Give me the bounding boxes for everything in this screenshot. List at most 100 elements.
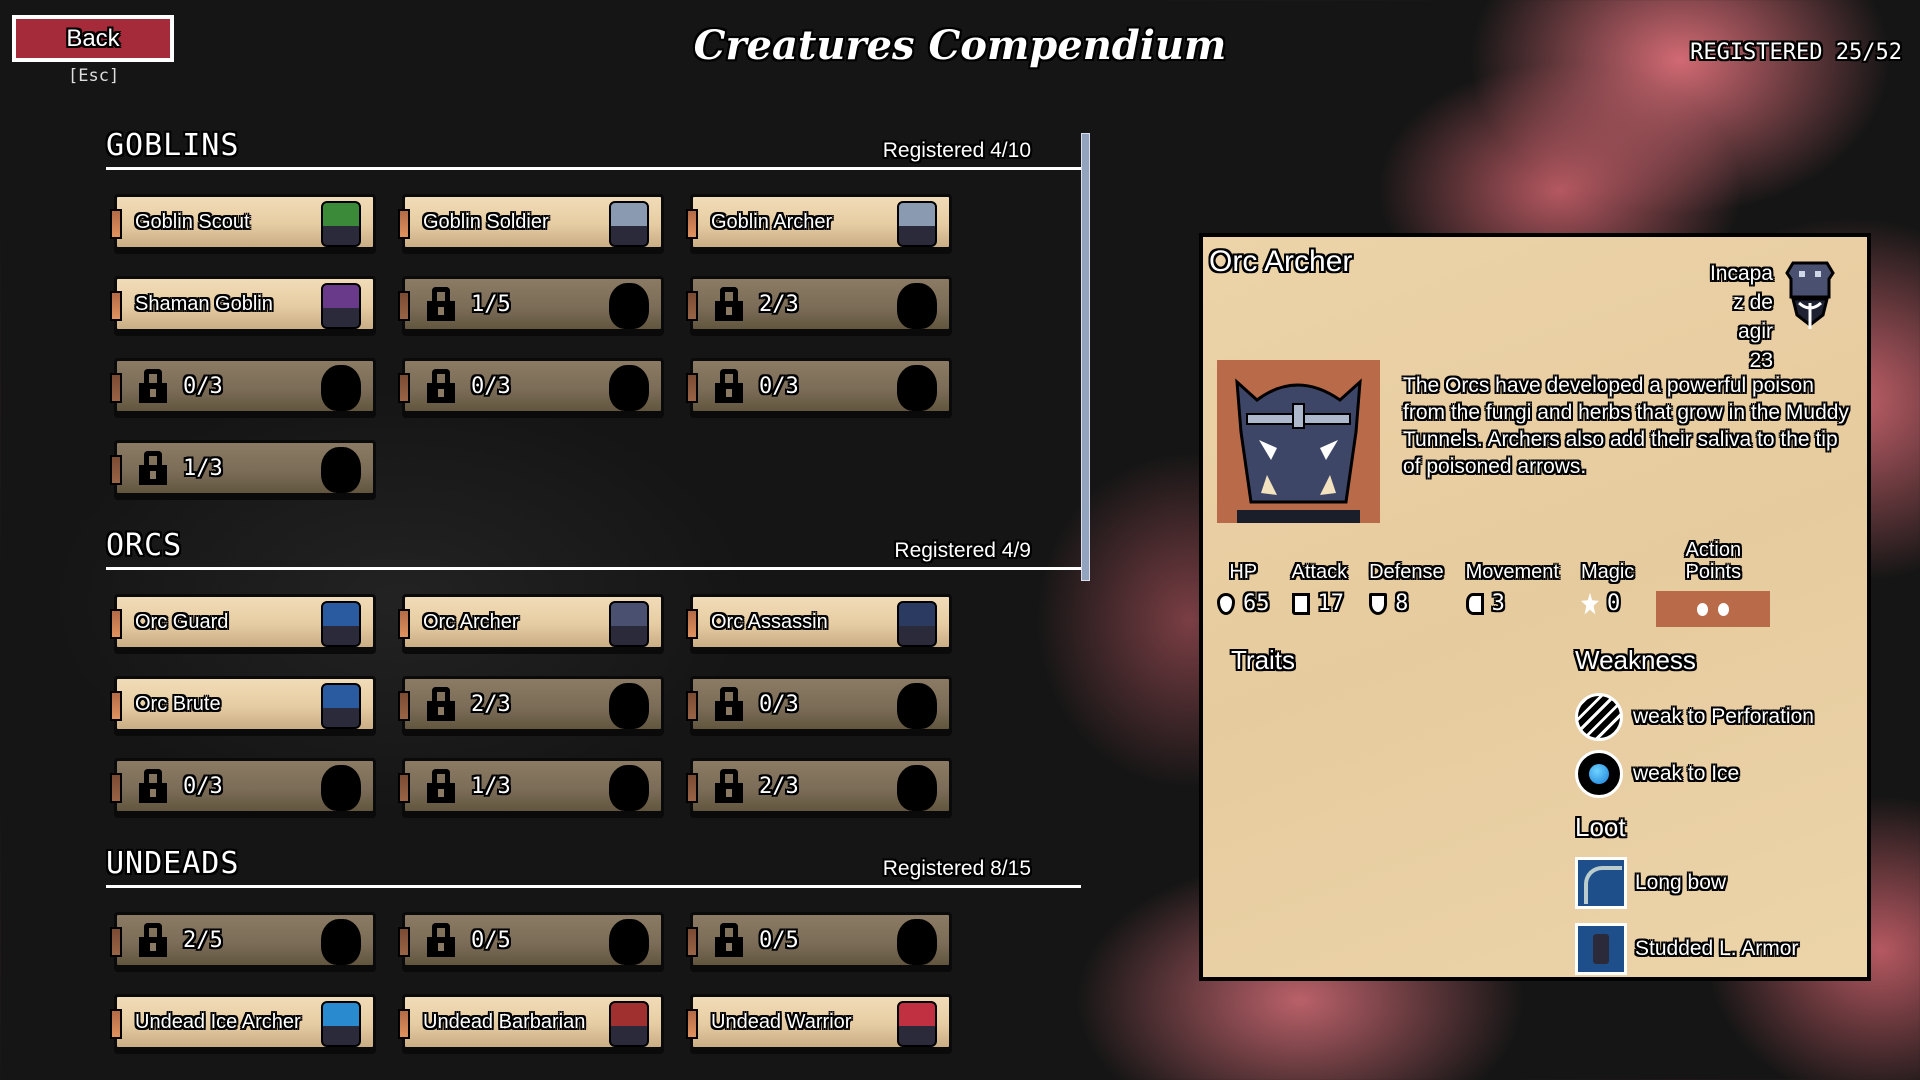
creature-grid: Orc Guard Orc Archer Orc Assassin Orc Brute…: [106, 570, 1086, 814]
creature-card[interactable]: Orc Guard: [110, 594, 376, 650]
locked-creature-card[interactable]: 0/5: [398, 912, 664, 968]
locked-creature-card[interactable]: 2/3: [686, 276, 952, 332]
creature-sprite-icon: [321, 283, 361, 329]
creature-name: Orc Brute: [135, 692, 221, 715]
encounter-progress: 1/5: [471, 291, 511, 317]
locked-creature-card[interactable]: 2/3: [398, 676, 664, 732]
lock-icon: [715, 923, 743, 957]
card-tab: [398, 609, 410, 639]
locked-creature-card[interactable]: 0/5: [686, 912, 952, 968]
armor-icon: [1575, 923, 1627, 975]
locked-creature-card[interactable]: 0/3: [398, 358, 664, 414]
traits-title: Traits: [1231, 645, 1296, 675]
loot-title: Loot: [1575, 812, 1626, 842]
card-tab: [686, 209, 698, 239]
creature-portrait: [1217, 360, 1380, 523]
locked-creature-card[interactable]: 0/3: [686, 676, 952, 732]
stat-label: Defense: [1369, 561, 1444, 583]
creature-name: Undead Ice Archer: [135, 1010, 301, 1033]
card-tab: [398, 1009, 410, 1039]
orc-archer-sprite-icon: [1785, 261, 1835, 329]
creature-description: The Orcs have developed a powerful poiso…: [1403, 374, 1849, 478]
encounter-progress: 0/3: [183, 373, 223, 399]
creature-card[interactable]: Undead Barbarian: [398, 994, 664, 1050]
card-tab: [110, 209, 122, 239]
stat-value: 65: [1243, 591, 1270, 616]
star-icon: [1580, 592, 1599, 615]
creature-sprite-icon: [897, 201, 937, 247]
perforation-icon: [1575, 693, 1623, 741]
locked-creature-card[interactable]: 1/3: [398, 758, 664, 814]
lock-icon: [139, 369, 167, 403]
creature-card[interactable]: Goblin Soldier: [398, 194, 664, 250]
locked-creature-card[interactable]: 1/5: [398, 276, 664, 332]
stat-movement: Movement 3: [1465, 537, 1559, 627]
creature-silhouette-icon: [609, 365, 649, 411]
creature-silhouette-icon: [321, 365, 361, 411]
locked-creature-card[interactable]: 2/5: [110, 912, 376, 968]
list-scrollbar[interactable]: [1081, 133, 1090, 581]
locked-creature-card[interactable]: 0/3: [686, 358, 952, 414]
locked-creature-card[interactable]: 0/3: [110, 758, 376, 814]
stat-defense: Defense 8: [1369, 537, 1444, 627]
creature-name: Undead Barbarian: [423, 1010, 586, 1033]
lock-icon: [139, 923, 167, 957]
creature-card[interactable]: Orc Brute: [110, 676, 376, 732]
stat-hp: HP 65: [1217, 537, 1270, 627]
creature-card[interactable]: Undead Ice Archer: [110, 994, 376, 1050]
creature-card[interactable]: Shaman Goblin: [110, 276, 376, 332]
status-line: Incapa: [1709, 262, 1773, 285]
creature-name: Goblin Soldier: [423, 210, 549, 233]
creature-silhouette-icon: [609, 765, 649, 811]
category-registered-count: Registered 8/15: [882, 857, 1031, 880]
weakness-title: Weakness: [1575, 645, 1696, 675]
creature-grid: 2/5 0/5 0/5 Undead Ice Archer Undead Barbari…: [106, 888, 1086, 1050]
stat-label: Magic: [1580, 561, 1635, 583]
creature-card[interactable]: Orc Assassin: [686, 594, 952, 650]
card-tab: [110, 373, 122, 403]
locked-creature-card[interactable]: 2/3: [686, 758, 952, 814]
status-line: 23: [1749, 349, 1773, 372]
card-tab: [110, 927, 122, 957]
card-tab: [398, 691, 410, 721]
creature-card[interactable]: Goblin Scout: [110, 194, 376, 250]
creature-silhouette-icon: [609, 283, 649, 329]
locked-creature-card[interactable]: 1/3: [110, 440, 376, 496]
lock-icon: [715, 687, 743, 721]
encounter-progress: 0/5: [759, 927, 799, 953]
weakness-label: weak to Perforation: [1633, 705, 1814, 728]
category-registered-count: Registered 4/9: [894, 539, 1031, 562]
creature-silhouette-icon: [321, 919, 361, 965]
category-header: GOBLINS Registered 4/10: [106, 128, 1081, 170]
page-title: Creatures Compendium: [693, 22, 1227, 69]
encounter-progress: 2/3: [471, 691, 511, 717]
creature-card[interactable]: Goblin Archer: [686, 194, 952, 250]
creature-grid: Goblin Scout Goblin Soldier Goblin Archer S…: [106, 170, 1086, 496]
card-tab: [110, 455, 122, 485]
status-line: agir: [1737, 320, 1773, 343]
stat-magic: Magic 0: [1580, 537, 1635, 627]
card-tab: [398, 373, 410, 403]
creature-card[interactable]: Orc Archer: [398, 594, 664, 650]
creature-sprite-icon: [609, 601, 649, 647]
category-header: ORCS Registered 4/9: [106, 528, 1081, 570]
creature-name: Shaman Goblin: [135, 292, 273, 315]
category-header: UNDEADS Registered 8/15: [106, 846, 1081, 888]
encounter-progress: 0/3: [183, 773, 223, 799]
loot-label: Studded L. Armor: [1635, 937, 1799, 960]
category-goblins: GOBLINS Registered 4/10 Goblin Scout Goblin…: [106, 128, 1086, 496]
loot-label: Long bow: [1635, 871, 1727, 894]
creature-detail-panel: Orc Archer Incapa z de agir 23 The Orcs …: [1199, 233, 1871, 981]
status-line: z de: [1733, 291, 1773, 314]
locked-creature-card[interactable]: 0/3: [110, 358, 376, 414]
creature-card[interactable]: Undead Warrior: [686, 994, 952, 1050]
creature-sprite-icon: [609, 1001, 649, 1047]
encounter-progress: 0/3: [759, 373, 799, 399]
stat-label: HP: [1229, 561, 1258, 583]
category-name: GOBLINS: [106, 128, 240, 163]
creature-name: Orc Archer: [423, 610, 519, 633]
encounter-progress: 2/3: [759, 291, 799, 317]
card-tab: [110, 691, 122, 721]
stat-value: 8: [1395, 591, 1409, 616]
loot-item: Studded L. Armor: [1575, 923, 1798, 975]
